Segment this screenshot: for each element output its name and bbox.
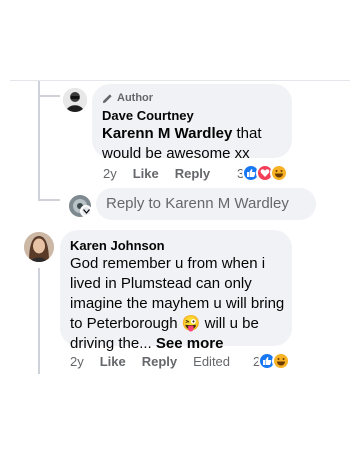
like-button[interactable]: Like (133, 166, 159, 181)
pencil-icon (102, 93, 112, 103)
winking-tongue-emoji: 😜 (181, 315, 201, 332)
reaction-summary[interactable]: 3 (237, 164, 289, 182)
comment-bubble: Karen Johnson God remember u from when i… (60, 230, 292, 352)
see-more-link[interactable]: See more (156, 335, 224, 352)
haha-reaction-icon (270, 164, 289, 182)
comment-actions: 2y Like Reply Edited (70, 354, 230, 369)
reply-input[interactable]: Reply to Karenn M Wardley (96, 188, 316, 220)
thread-line-branch (38, 95, 60, 97)
timestamp[interactable]: 2y (70, 354, 84, 369)
reply-button[interactable]: Reply (175, 166, 210, 181)
comment-text: Karenn M Wardley that would be awesome x… (102, 125, 262, 162)
reply-button[interactable]: Reply (142, 354, 177, 369)
avatar[interactable] (24, 232, 54, 262)
comment-text: God remember u from when i lived in Plum… (70, 255, 285, 352)
comment-actions: 2y Like Reply (103, 166, 226, 181)
thread-line-branch (38, 199, 60, 201)
thread-line (38, 268, 40, 374)
thread-line (38, 180, 40, 199)
haha-reaction-icon (272, 352, 291, 370)
timestamp[interactable]: 2y (103, 166, 117, 181)
divider (10, 80, 350, 81)
avatar[interactable] (63, 88, 87, 112)
commenter-name[interactable]: Karen Johnson (70, 238, 165, 253)
author-label: Author (117, 92, 154, 104)
author-badge: Author (102, 92, 153, 104)
commenter-name[interactable]: Dave Courtney (102, 108, 194, 123)
edited-label: Edited (193, 354, 231, 369)
comment-bubble: Author Dave Courtney Karenn M Wardley th… (92, 84, 292, 162)
mention-tag[interactable]: Karenn M Wardley (102, 125, 232, 142)
like-button[interactable]: Like (100, 354, 126, 369)
reaction-summary[interactable]: 2 (253, 352, 291, 370)
chevron-down-icon[interactable] (80, 205, 92, 217)
